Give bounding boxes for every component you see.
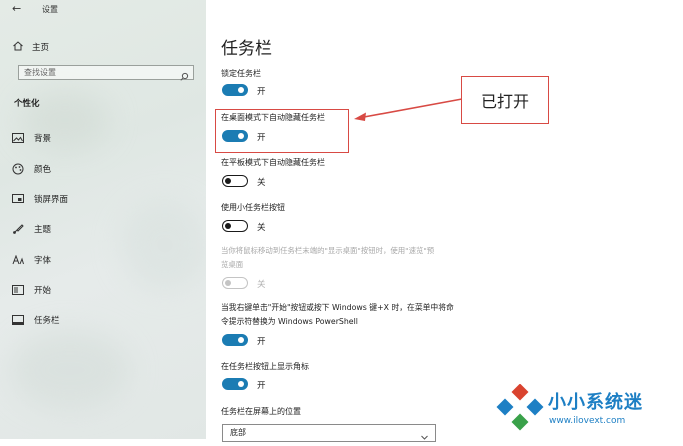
sidebar-item-label: 主题 — [34, 225, 52, 235]
toggle-powershell[interactable] — [222, 334, 248, 346]
toggle-small-buttons[interactable] — [222, 220, 248, 232]
taskbar-position-value: 底部 — [230, 428, 246, 437]
sidebar-item-label: 字体 — [34, 256, 52, 266]
toggle-state: 开 — [257, 87, 266, 97]
image-icon — [12, 132, 24, 144]
toggle-knob — [225, 279, 231, 286]
back-button[interactable]: ← — [12, 2, 21, 15]
palette-icon — [12, 163, 24, 175]
toggle-state: 开 — [257, 381, 266, 391]
settings-sidebar: ← 设置 主页 查找设置 个性化 背景 颜色 锁屏界面 主题 字体 开始 任务栏 — [0, 0, 206, 439]
toggle-lock-taskbar[interactable] — [222, 84, 248, 96]
window-title: 设置 — [42, 5, 58, 14]
sidebar-item-taskbar[interactable]: 任务栏 — [12, 313, 60, 327]
sidebar-item-label: 任务栏 — [34, 316, 60, 326]
callout-text: 已打开 — [480, 92, 529, 111]
setting-label-small-buttons: 使用小任务栏按钮 — [221, 203, 285, 212]
brush-icon — [12, 223, 24, 235]
start-icon — [12, 284, 24, 296]
toggle-state: 关 — [257, 280, 266, 290]
watermark-url: www.ilovext.com — [549, 416, 626, 426]
sidebar-item-colors[interactable]: 颜色 — [12, 162, 51, 176]
home-icon — [12, 37, 24, 56]
search-placeholder: 查找设置 — [24, 68, 56, 77]
nav-home[interactable]: 主页 — [12, 37, 49, 56]
sidebar-item-start[interactable]: 开始 — [12, 283, 51, 297]
sidebar-item-label: 锁屏界面 — [34, 195, 69, 205]
setting-label-autohide-tablet: 在平板模式下自动隐藏任务栏 — [221, 158, 325, 167]
sidebar-item-label: 颜色 — [34, 165, 52, 175]
sidebar-item-background[interactable]: 背景 — [12, 131, 51, 145]
setting-label-peek-line2: 览桌面 — [221, 260, 244, 269]
toggle-state: 关 — [257, 223, 266, 233]
search-icon — [179, 67, 189, 86]
callout-arrow — [354, 98, 463, 121]
watermark-name: 小小系统迷 — [548, 392, 643, 413]
sidebar-item-fonts[interactable]: 字体 — [12, 253, 51, 267]
sidebar-item-label: 背景 — [34, 134, 52, 144]
watermark-logo-icon — [496, 384, 544, 431]
setting-label-peek: 当你将鼠标移动到任务栏末端的"显示桌面"按钮时，使用"速览"预 — [221, 246, 435, 255]
highlight-box — [215, 109, 349, 153]
toggle-state: 关 — [257, 178, 266, 188]
setting-label-powershell-line2: 令提示符替换为 Windows PowerShell — [221, 317, 358, 326]
toggle-knob — [238, 381, 244, 387]
section-title: 个性化 — [14, 99, 40, 109]
watermark: 小小系统迷 www.ilovext.com — [493, 382, 683, 439]
chevron-down-icon — [420, 427, 429, 446]
toggle-knob — [225, 177, 231, 184]
setting-label-powershell: 当我右键单击"开始"按钮或按下 Windows 键+X 时，在菜单中将命 — [221, 303, 454, 312]
background-blur — [10, 330, 130, 410]
toggle-peek[interactable] — [222, 277, 248, 289]
sidebar-item-lock-screen[interactable]: 锁屏界面 — [12, 192, 68, 206]
setting-label-lock-taskbar: 锁定任务栏 — [221, 69, 261, 78]
setting-label-position: 任务栏在屏幕上的位置 — [221, 407, 301, 416]
callout-box: 已打开 — [461, 76, 549, 124]
toggle-knob — [238, 87, 244, 93]
page-title: 任务栏 — [221, 39, 272, 59]
toggle-knob — [225, 222, 231, 229]
sidebar-item-themes[interactable]: 主题 — [12, 222, 51, 236]
sidebar-item-label: 开始 — [34, 286, 52, 296]
font-icon — [12, 254, 24, 266]
toggle-state: 开 — [257, 337, 266, 347]
toggle-autohide-tablet[interactable] — [222, 175, 248, 187]
search-input[interactable]: 查找设置 — [18, 65, 194, 81]
toggle-badges[interactable] — [222, 378, 248, 390]
toggle-knob — [238, 337, 244, 343]
background-blur — [120, 200, 206, 290]
taskbar-icon — [12, 314, 24, 326]
lock-screen-icon — [12, 193, 24, 205]
taskbar-position-select[interactable]: 底部 — [222, 424, 436, 442]
setting-label-badges: 在任务栏按钮上显示角标 — [221, 362, 309, 371]
nav-home-label: 主页 — [32, 42, 50, 53]
